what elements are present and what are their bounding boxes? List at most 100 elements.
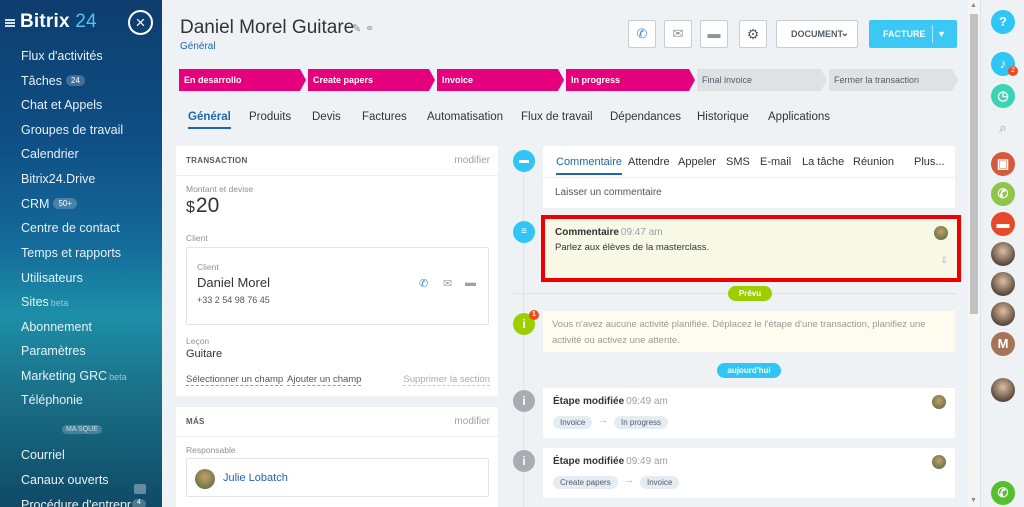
facture-button[interactable]: FACTURE ▼: [869, 20, 957, 48]
responsable-label: Responsable: [186, 445, 236, 455]
comment-text: Parlez aux élèves de la masterclass.: [555, 242, 710, 253]
sidebar-item[interactable]: Tâches 24: [21, 74, 85, 88]
chevron-down-icon: ⌄: [840, 28, 849, 39]
link-icon[interactable]: ⚭: [365, 22, 374, 35]
client-card: Client Daniel Morel +33 2 54 98 76 45 ✆ …: [186, 247, 489, 325]
sidebar-item[interactable]: Chat et Appels: [21, 98, 102, 112]
sidebar-item[interactable]: Flux d'activités: [21, 49, 103, 63]
tab-7[interactable]: Historique: [697, 111, 749, 123]
avatar[interactable]: [991, 242, 1015, 266]
info-icon: i: [513, 390, 535, 412]
phone-icon[interactable]: ✆: [628, 20, 656, 48]
composer-tab-1[interactable]: Attendre: [628, 156, 670, 168]
sidebar-item[interactable]: Groupes de travail: [21, 123, 123, 137]
mail-icon[interactable]: ✉: [664, 20, 692, 48]
timer-icon[interactable]: ◷: [991, 84, 1015, 108]
sidebar-item[interactable]: Calendrier: [21, 147, 79, 161]
sidebar-item[interactable]: CRM 50+: [21, 197, 78, 211]
composer-tab-6[interactable]: Réunion: [853, 156, 894, 168]
tab-0[interactable]: Général: [188, 111, 231, 129]
avatar[interactable]: [932, 395, 946, 409]
edit-link[interactable]: modifier: [454, 155, 490, 166]
mail-icon[interactable]: ✉: [443, 277, 452, 290]
sidebar-item[interactable]: Courriel: [21, 448, 65, 462]
category-link[interactable]: Général: [180, 41, 216, 52]
tab-2[interactable]: Devis: [312, 111, 341, 123]
stage-0[interactable]: En desarrollo: [179, 69, 306, 91]
info-icon: i: [513, 450, 535, 472]
add-field-link[interactable]: Ajouter un champ: [287, 374, 362, 386]
sidebar-item[interactable]: Paramètres: [21, 344, 86, 358]
chat-icon[interactable]: ▬: [465, 277, 476, 289]
stage-change-event: Étape modifiée 09:49 am Invoice → In progres…: [543, 388, 955, 438]
sidebar-item[interactable]: Canaux ouverts: [21, 473, 109, 487]
avatar[interactable]: [934, 226, 948, 240]
chevron-down-icon[interactable]: ▼: [937, 20, 946, 48]
composer-tab-4[interactable]: E-mail: [760, 156, 791, 168]
event-title: Étape modifiée 09:49 am: [553, 396, 668, 407]
document-button[interactable]: DOCUMENT ⌄: [776, 20, 858, 48]
sidebar-item[interactable]: Utilisateurs: [21, 271, 83, 285]
avatar[interactable]: [991, 302, 1015, 326]
sidebar-item[interactable]: Centre de contact: [21, 221, 120, 235]
chat-icon[interactable]: ▬: [700, 20, 728, 48]
delete-section-link[interactable]: Supprimer la section: [403, 374, 490, 386]
tab-6[interactable]: Dépendances: [610, 111, 681, 123]
sidebar-item[interactable]: Bitrix24.Drive: [21, 172, 95, 186]
client-inner-label: Client: [197, 262, 219, 272]
pin-icon[interactable]: ⇩: [940, 255, 948, 266]
stage-4[interactable]: Final invoice: [697, 69, 827, 91]
lecon-label: Leçon: [186, 336, 210, 346]
select-field-link[interactable]: Sélectionner un champ: [186, 374, 284, 386]
pencil-icon[interactable]: ✎: [352, 22, 361, 35]
sidebar-item[interactable]: Téléphonie: [21, 393, 83, 407]
close-icon[interactable]: ×: [128, 10, 153, 35]
sidebar-mini-badge: 4: [132, 499, 146, 507]
comment-input[interactable]: Laisser un commentaire: [555, 187, 662, 198]
tab-3[interactable]: Factures: [362, 111, 407, 123]
logo[interactable]: Bitrix 24: [20, 11, 97, 33]
edit-link[interactable]: modifier: [454, 416, 490, 427]
gear-icon[interactable]: ⚙: [739, 20, 767, 48]
stage-to-pill: Invoice: [640, 476, 680, 489]
avatar[interactable]: [195, 469, 215, 489]
scrollbar[interactable]: ▲ ▼: [968, 0, 980, 507]
composer-tab-5[interactable]: La tâche: [802, 156, 844, 168]
phone-icon[interactable]: ✆: [419, 277, 428, 290]
stage-5[interactable]: Fermer la transaction: [829, 69, 958, 91]
composer-tab-2[interactable]: Appeler: [678, 156, 716, 168]
burger-icon[interactable]: [5, 19, 15, 27]
tab-4[interactable]: Automatisation: [427, 111, 503, 123]
composer-tab-0[interactable]: Commentaire: [556, 156, 623, 175]
sidebar: Bitrix 24 × Flux d'activités Tâches 24 Chat…: [0, 0, 162, 507]
composer-tab-7[interactable]: Plus...: [914, 156, 945, 168]
stage-3[interactable]: In progress: [566, 69, 695, 91]
responsable-name[interactable]: Julie Lobatch: [223, 472, 288, 484]
avatar[interactable]: [991, 378, 1015, 402]
lock-icon[interactable]: ▣: [991, 152, 1015, 176]
sidebar-item[interactable]: Abonnement: [21, 320, 92, 334]
tab-5[interactable]: Flux de travail: [521, 111, 593, 123]
avatar[interactable]: [991, 272, 1015, 296]
avatar[interactable]: [932, 455, 946, 469]
client-name[interactable]: Daniel Morel: [197, 275, 270, 290]
info-badge: 1: [529, 310, 539, 320]
help-icon[interactable]: ?: [991, 10, 1015, 34]
phone-icon[interactable]: ✆: [991, 182, 1015, 206]
stage-1[interactable]: Create papers: [308, 69, 435, 91]
client-phone[interactable]: +33 2 54 98 76 45: [197, 295, 270, 305]
sidebar-item[interactable]: Sites beta: [21, 295, 68, 309]
sidebar-item[interactable]: Marketing GRC beta: [21, 369, 127, 383]
search-icon[interactable]: ⌕: [991, 116, 1015, 140]
header: Daniel Morel Guitare ✎ ⚭ Général ✆ ✉ ▬ ⚙…: [162, 0, 968, 64]
avatar[interactable]: M: [991, 332, 1015, 356]
phone-icon[interactable]: ✆: [991, 481, 1015, 505]
sidebar-badge: 24: [66, 75, 85, 86]
stage-2[interactable]: Invoice: [437, 69, 564, 91]
tab-1[interactable]: Produits: [249, 111, 291, 123]
sidebar-item[interactable]: Temps et rapports: [21, 246, 121, 260]
composer-tab-3[interactable]: SMS: [726, 156, 750, 168]
tab-8[interactable]: Applications: [768, 111, 830, 123]
sidebar-item[interactable]: Procédure d'entrepr: [21, 498, 131, 507]
chat-icon[interactable]: ▬: [991, 212, 1015, 236]
